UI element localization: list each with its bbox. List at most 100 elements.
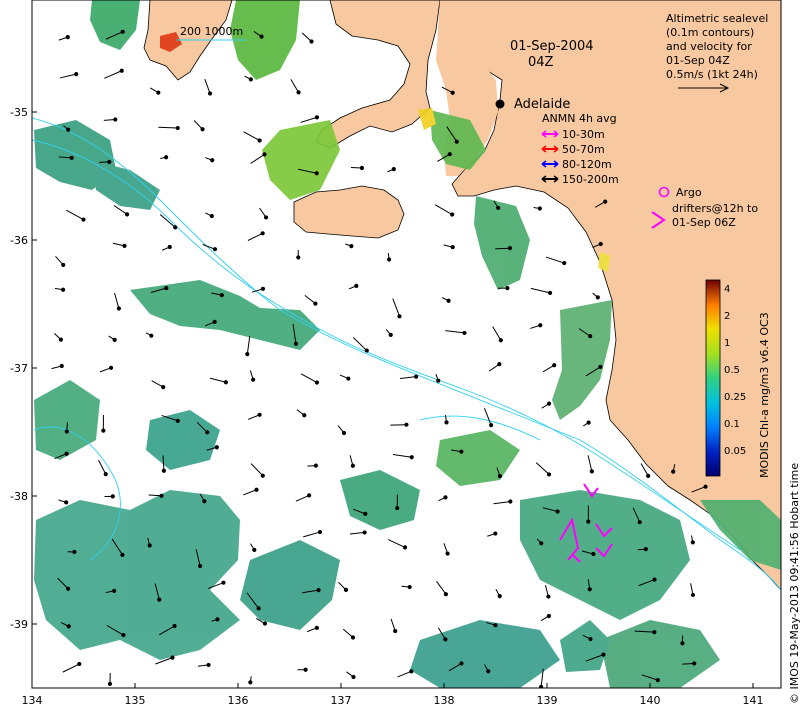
velocity-arrowhead	[202, 499, 207, 504]
velocity-arrowhead	[588, 334, 593, 339]
x-tick-label: 134	[22, 694, 43, 707]
x-tick-label: 139	[537, 694, 558, 707]
chlorophyll-map: 134 135 136 137 138 139 140 141 -35 -36 -37 -38 -39…	[10, 0, 782, 707]
velocity-arrowhead	[314, 380, 320, 385]
velocity-arrowhead	[120, 29, 125, 34]
velocity-arrowhead	[537, 206, 542, 211]
velocity-arrowhead	[393, 628, 398, 634]
velocity-arrowhead	[601, 652, 606, 657]
velocity-arrowhead	[493, 531, 498, 536]
map-date: 01-Sep-2004	[510, 39, 594, 54]
velocity-arrowhead	[252, 547, 257, 553]
velocity-arrowhead	[251, 377, 256, 382]
velocity-arrowhead	[497, 362, 502, 367]
velocity-arrowhead	[454, 139, 459, 144]
velocity-arrowhead	[66, 624, 71, 629]
velocity-arrowhead	[260, 231, 265, 236]
velocity-arrowhead	[349, 244, 354, 249]
velocity-arrowhead	[161, 468, 166, 473]
velocity-arrowhead	[221, 580, 226, 585]
x-tick-label: 135	[125, 694, 146, 707]
velocity-arrowhead	[156, 90, 161, 95]
velocity-arrowhead	[359, 165, 365, 171]
velocity-arrowhead	[119, 68, 124, 73]
velocity-arrowhead	[595, 295, 600, 300]
colorbar-tick-label: 0.5	[724, 365, 740, 376]
velocity-arrowhead	[116, 306, 121, 311]
velocity-arrowhead	[248, 680, 253, 685]
map-time: 04Z	[528, 55, 554, 70]
velocity-arrowhead	[351, 674, 356, 680]
altimetry-legend-line-3: and velocity for	[666, 40, 752, 53]
velocity-arrowhead	[414, 374, 419, 379]
velocity-arrowhead	[598, 364, 603, 369]
velocity-arrowhead	[586, 519, 591, 524]
colorbar-tick-label: 0.05	[724, 446, 746, 457]
velocity-arrowhead	[259, 34, 264, 39]
velocity-arrowhead	[65, 586, 71, 591]
velocity-arrowhead	[444, 420, 449, 425]
velocity-arrowhead	[81, 217, 86, 222]
velocity-arrowhead	[508, 499, 513, 504]
anmn-legend-label: 10-30m	[562, 128, 605, 141]
velocity-arrowhead	[643, 546, 648, 552]
velocity-arrowhead	[652, 630, 657, 635]
velocity-arrowhead	[445, 551, 450, 556]
velocity-arrowhead	[314, 171, 319, 176]
velocity-arrowhead	[164, 285, 169, 291]
velocity-arrowhead	[539, 541, 544, 546]
x-tick-label: 141	[743, 694, 764, 707]
velocity-arrowhead	[260, 473, 265, 478]
velocity-arrowhead	[341, 430, 347, 436]
velocity-arrowhead	[507, 246, 513, 251]
velocity-arrowhead	[112, 337, 117, 342]
velocity-arrowhead	[387, 257, 392, 262]
adelaide-marker	[495, 99, 505, 109]
velocity-arrowhead	[64, 500, 69, 505]
velocity-arrowhead	[680, 641, 685, 646]
velocity-arrowhead	[59, 363, 64, 369]
velocity-arrowhead	[107, 681, 113, 686]
velocity-arrow	[495, 247, 510, 250]
velocity-arrowhead	[388, 332, 393, 337]
velocity-arrowhead	[555, 509, 560, 514]
velocity-arrowhead	[703, 484, 708, 489]
colorbar	[705, 279, 721, 477]
velocity-arrowhead	[207, 91, 213, 96]
velocity-arrowhead	[404, 422, 409, 427]
anmn-legend-label: 50-70m	[562, 143, 605, 156]
velocity-arrowhead	[170, 655, 175, 660]
velocity-arrowhead	[552, 363, 557, 368]
velocity-arrowhead	[296, 255, 301, 260]
velocity-arrowhead	[205, 430, 210, 435]
velocity-arrowhead	[66, 127, 71, 132]
credit-text: © IMOS 19-May-2013 09:41:56 Hobart time	[788, 462, 800, 704]
velocity-arrowhead	[546, 594, 551, 599]
argo-label: Argo	[676, 186, 702, 199]
velocity-arrowhead	[346, 376, 351, 381]
velocity-arrowhead	[313, 463, 318, 468]
velocity-arrowhead	[443, 637, 448, 642]
velocity-arrowhead	[409, 669, 414, 674]
velocity-arrowhead	[210, 158, 215, 163]
velocity-arrowhead	[113, 117, 118, 122]
x-tick-label: 136	[228, 694, 249, 707]
velocity-arrowhead	[69, 155, 74, 160]
velocity-arrowhead	[263, 215, 269, 220]
velocity-arrowhead	[314, 115, 320, 120]
velocity-arrowhead	[505, 286, 510, 291]
velocity-arrowhead	[215, 617, 220, 622]
velocity-arrowhead	[120, 552, 125, 557]
velocity-arrowhead	[486, 669, 491, 674]
velocity-arrowhead	[161, 384, 166, 390]
velocity-arrowhead	[175, 418, 180, 423]
velocity-arrowhead	[58, 337, 63, 342]
velocity-arrowhead	[307, 493, 312, 498]
velocity-arrowhead	[354, 283, 359, 288]
velocity-arrowhead	[200, 127, 205, 132]
velocity-arrowhead	[395, 505, 400, 511]
anmn-legend-label: 150-200m	[562, 173, 619, 186]
velocity-arrowhead	[262, 621, 268, 626]
velocity-arrowhead	[175, 125, 180, 131]
velocity-arrowhead	[309, 39, 314, 44]
